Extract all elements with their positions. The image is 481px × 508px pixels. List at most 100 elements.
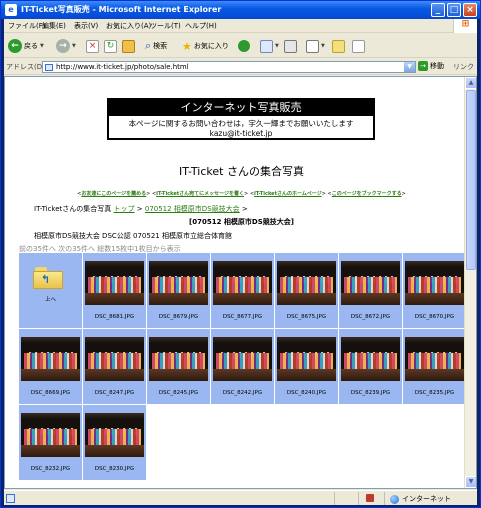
mail-button[interactable]: ▼ <box>260 38 279 54</box>
refresh-icon: ↻ <box>104 39 117 53</box>
menu-view[interactable]: 表示(V) <box>74 21 98 31</box>
address-url: http://www.it-ticket.jp/photo/sale.html <box>56 63 189 71</box>
scroll-up-button[interactable]: ▲ <box>465 77 476 89</box>
page-viewport[interactable]: インターネット写真販売 本ページに関するお問い合わせは，宇久一輝までお願いいたし… <box>4 76 477 489</box>
breadcrumb-album-link[interactable]: 070512 相模原市DS競技大会 <box>145 205 240 213</box>
up-folder-cell[interactable]: ↰ 上へ <box>19 253 82 328</box>
photo-thumbnail[interactable]: DSC_8679.JPG <box>147 253 210 328</box>
photo-thumbnail[interactable]: DSC_8245.JPG <box>147 329 210 404</box>
photo-thumbnail[interactable]: DSC_8672.JPG <box>339 253 402 328</box>
history-button[interactable] <box>238 38 250 54</box>
photo-thumbnail[interactable]: DSC_8232.JPG <box>19 405 82 480</box>
photo-thumbnail[interactable]: DSC_8670.JPG <box>403 253 466 328</box>
browser-window: e IT-Ticket写真販売 - Microsoft Internet Exp… <box>0 0 481 508</box>
photo-thumbnail[interactable]: DSC_8239.JPG <box>339 329 402 404</box>
photo-filename: DSC_8247.JPG <box>94 390 135 396</box>
chevron-down-icon: ▼ <box>40 43 44 49</box>
album-description: 相模原市DS競技大会 DSC公認 070521 相模原市立総合体育館 <box>34 232 232 240</box>
window-title: IT-Ticket写真販売 - Microsoft Internet Explo… <box>21 5 222 14</box>
group-photo-image[interactable] <box>405 261 464 305</box>
go-button[interactable]: → 移動 <box>418 61 444 71</box>
menu-help[interactable]: ヘルプ(H) <box>185 21 217 31</box>
photo-filename: DSC_8672.JPG <box>350 314 391 320</box>
forward-arrow-icon: → <box>56 39 70 53</box>
vertical-scrollbar[interactable]: ▲ ▼ <box>464 77 476 488</box>
photo-thumbnail[interactable]: DSC_8677.JPG <box>211 253 274 328</box>
security-zone: インターネット <box>390 494 451 504</box>
group-photo-image[interactable] <box>277 337 336 381</box>
close-button[interactable]: × <box>463 3 477 17</box>
group-photo-image[interactable] <box>85 261 144 305</box>
maximize-button[interactable]: □ <box>447 3 461 17</box>
group-photo-image[interactable] <box>213 337 272 381</box>
menu-favorites[interactable]: お気に入り(A) <box>106 21 151 31</box>
group-photo-image[interactable] <box>277 261 336 305</box>
page-done-icon <box>6 494 15 503</box>
photo-filename: DSC_8670.JPG <box>414 314 455 320</box>
photo-filename: DSC_8230.JPG <box>94 466 135 472</box>
chevron-down-icon: ▼ <box>72 43 76 49</box>
group-photo-image[interactable] <box>405 337 464 381</box>
banner-contact-text: 本ページに関するお問い合わせは，宇久一輝までお願いいたします <box>128 119 354 128</box>
photo-thumbnail[interactable]: DSC_8230.JPG <box>83 405 146 480</box>
group-photo-image[interactable] <box>149 261 208 305</box>
group-photo-image[interactable] <box>341 337 400 381</box>
page-icon <box>45 64 53 71</box>
photo-thumbnail[interactable]: DSC_8675.JPG <box>275 253 338 328</box>
menu-bar: ファイル(F) 編集(E) 表示(V) お気に入り(A) ツール(T) ヘルプ(… <box>4 19 477 33</box>
group-photo-image[interactable] <box>85 413 144 457</box>
menu-edit[interactable]: 編集(E) <box>42 21 66 31</box>
address-input[interactable]: http://www.it-ticket.jp/photo/sale.html … <box>42 61 416 73</box>
group-photo-image[interactable] <box>213 261 272 305</box>
photo-thumbnail[interactable]: DSC_8240.JPG <box>275 329 338 404</box>
bookmark-link[interactable]: このページをブックマークする <box>332 191 402 197</box>
menu-file[interactable]: ファイル(F) <box>8 21 46 31</box>
star-icon: ★ <box>182 39 192 53</box>
photo-thumbnail[interactable]: DSC_8669.JPG <box>19 329 82 404</box>
photo-thumbnail[interactable]: DSC_8681.JPG <box>83 253 146 328</box>
banner: インターネット写真販売 本ページに関するお問い合わせは，宇久一輝までお願いいたし… <box>107 98 375 140</box>
home-icon <box>122 39 135 53</box>
photo-filename: DSC_8675.JPG <box>286 314 327 320</box>
homepage-link[interactable]: IT-Ticketさんのホームページ <box>254 191 322 197</box>
favorites-button[interactable]: ★ お気に入り <box>182 38 229 54</box>
edit-icon <box>306 39 319 53</box>
chevron-down-icon[interactable]: ▼ <box>404 62 415 72</box>
links-button[interactable]: リンク <box>453 62 474 72</box>
globe-icon <box>390 494 399 504</box>
group-photo-image[interactable] <box>341 261 400 305</box>
title-bar[interactable]: e IT-Ticket写真販売 - Microsoft Internet Exp… <box>1 1 480 19</box>
group-photo-image[interactable] <box>85 337 144 381</box>
toolbar: ← 戻る ▼ → ▼ × ↻ ⌕ 検索 ★ お気に入り ▼ ▼ <box>4 34 477 58</box>
photo-thumbnail[interactable]: DSC_8235.JPG <box>403 329 466 404</box>
up-label: 上へ <box>44 297 56 303</box>
home-button[interactable] <box>122 38 135 54</box>
chevron-down-icon: ▼ <box>321 43 325 49</box>
album-title: IT-Ticket さんの集合写真 <box>179 165 304 178</box>
edit-button[interactable]: ▼ <box>306 38 325 54</box>
ie-logo-icon: e <box>5 4 17 16</box>
scroll-down-button[interactable]: ▼ <box>465 476 476 488</box>
group-photo-image[interactable] <box>21 413 80 457</box>
photo-thumbnail[interactable]: DSC_8247.JPG <box>83 329 146 404</box>
scroll-thumb[interactable] <box>466 90 476 270</box>
group-photo-image[interactable] <box>21 337 80 381</box>
messenger-button[interactable] <box>352 38 365 54</box>
photo-thumbnail[interactable]: DSC_8242.JPG <box>211 329 274 404</box>
menu-tools[interactable]: ツール(T) <box>150 21 181 31</box>
windows-logo-icon: ⊞ <box>453 19 477 33</box>
search-button[interactable]: ⌕ 検索 <box>145 38 167 54</box>
breadcrumb-top-link[interactable]: トップ <box>114 205 135 213</box>
group-photo-image[interactable] <box>149 337 208 381</box>
print-button[interactable] <box>284 38 297 54</box>
stop-icon: × <box>86 39 99 53</box>
photo-filename: DSC_8679.JPG <box>158 314 199 320</box>
refresh-button[interactable]: ↻ <box>104 38 117 54</box>
back-button[interactable]: ← 戻る ▼ <box>8 38 44 54</box>
message-link[interactable]: IT-Ticketさん宛てにメッセージを書く <box>156 191 244 197</box>
stop-button[interactable]: × <box>86 38 99 54</box>
discuss-button[interactable] <box>332 38 345 54</box>
minimize-button[interactable]: _ <box>431 3 445 17</box>
recommend-link[interactable]: お友達にこのページを薦める <box>81 191 146 197</box>
forward-button[interactable]: → ▼ <box>56 38 76 54</box>
